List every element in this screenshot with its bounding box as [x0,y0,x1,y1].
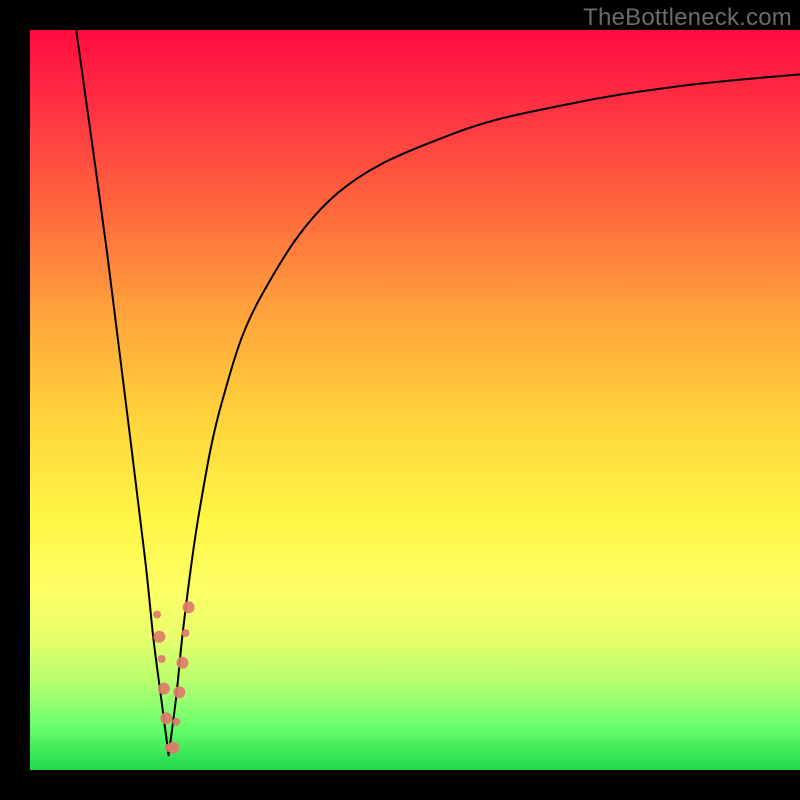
marker-dot [158,683,170,695]
markers-group [153,601,195,754]
watermark-text: TheBottleneck.com [583,4,792,32]
marker-dot [160,712,172,724]
marker-dot [165,744,173,752]
chart-svg [30,30,800,770]
marker-dot [158,655,166,663]
chart-frame: TheBottleneck.com [0,0,800,800]
marker-dot [167,742,179,754]
marker-dot [176,657,188,669]
plot-area [30,30,800,770]
series-left-branch [76,30,168,755]
series-group [76,30,800,755]
marker-dot [172,718,180,726]
marker-dot [153,631,165,643]
marker-dot [182,629,190,637]
marker-dot [173,686,185,698]
marker-dot [183,601,195,613]
series-right-branch [169,74,800,755]
marker-dot [153,611,161,619]
